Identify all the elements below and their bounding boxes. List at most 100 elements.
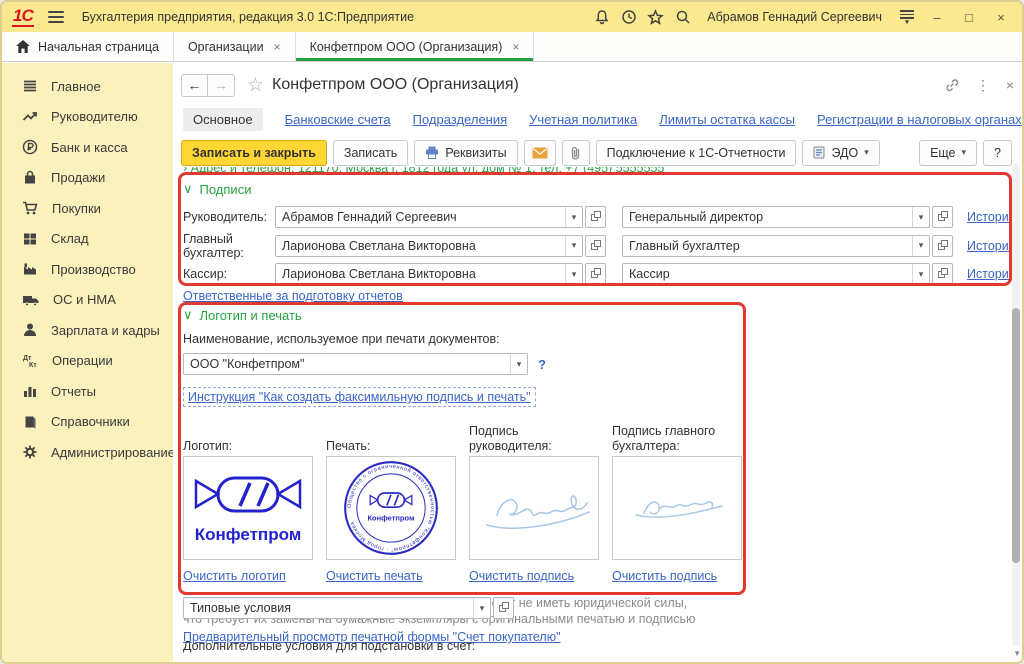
sidebar-item-rukovoditelyu[interactable]: Руководителю bbox=[2, 102, 173, 133]
close-window-button[interactable]: × bbox=[990, 10, 1012, 25]
nav-uchetnaya-politika[interactable]: Учетная политика bbox=[529, 112, 637, 127]
open-button-icon[interactable] bbox=[585, 235, 606, 257]
main-menu-icon[interactable] bbox=[48, 11, 64, 23]
open-button-icon[interactable] bbox=[932, 263, 953, 285]
logo-image[interactable]: Конфетпром bbox=[183, 456, 313, 560]
director-position-field[interactable]: Генеральный директор ▾ bbox=[622, 206, 930, 228]
sidebar-item-sklad[interactable]: Склад bbox=[2, 224, 173, 255]
more-actions-button[interactable]: Еще ▾ bbox=[919, 140, 977, 166]
tab-close-icon[interactable]: × bbox=[512, 40, 519, 54]
nav-podrazdeleniya[interactable]: Подразделения bbox=[413, 112, 508, 127]
dropdown-arrow-icon[interactable]: ▾ bbox=[473, 598, 490, 618]
print-name-field[interactable]: ООО "Конфетпром" ▾ bbox=[183, 353, 528, 375]
favorites-star-icon[interactable] bbox=[647, 9, 664, 26]
nav-registracii[interactable]: Регистрации в налоговых органах bbox=[817, 112, 1022, 127]
history-link[interactable]: История bbox=[967, 267, 1015, 281]
svg-text:Общество с ограниченной ответс: Общество с ограниченной ответственностью… bbox=[347, 464, 435, 552]
dropdown-arrow-icon[interactable]: ▾ bbox=[565, 264, 582, 284]
minimize-button[interactable]: – bbox=[926, 10, 948, 25]
dropdown-caret-icon: ▾ bbox=[864, 147, 869, 158]
help-button[interactable]: ? bbox=[983, 140, 1012, 166]
director-person-field[interactable]: Абрамов Геннадий Сергеевич ▾ bbox=[275, 206, 583, 228]
clear-director-signature-link[interactable]: Очистить подпись bbox=[469, 569, 599, 583]
search-icon[interactable] bbox=[674, 9, 691, 26]
director-signature-image[interactable] bbox=[469, 456, 599, 560]
back-button[interactable]: ← bbox=[181, 74, 208, 97]
dropdown-arrow-icon[interactable]: ▾ bbox=[912, 264, 929, 284]
attachment-button[interactable] bbox=[562, 140, 590, 166]
address-line: Адрес и телефон: 121170, Москва г, 1812 … bbox=[191, 167, 665, 175]
sidebar-item-prodazhi[interactable]: Продажи bbox=[2, 163, 173, 194]
sidebar-item-operacii[interactable]: ДтКт Операции bbox=[2, 346, 173, 377]
more-menu-icon[interactable]: ⋮ bbox=[976, 77, 990, 94]
current-user-name[interactable]: Абрамов Геннадий Сергеевич bbox=[707, 10, 882, 24]
dropdown-arrow-icon[interactable]: ▾ bbox=[565, 236, 582, 256]
nav-osnovnoe[interactable]: Основное bbox=[183, 108, 263, 131]
restore-button[interactable]: □ bbox=[958, 10, 980, 25]
save-button[interactable]: Записать bbox=[333, 140, 408, 166]
sidebar-item-zarplata-kadry[interactable]: Зарплата и кадры bbox=[2, 315, 173, 346]
scroll-down-arrow-icon[interactable]: ▼ bbox=[1013, 649, 1021, 658]
chief-accountant-person-field[interactable]: Ларионова Светлана Викторовна ▾ bbox=[275, 235, 583, 257]
responsible-for-reports-link[interactable]: Ответственные за подготовку отчетов bbox=[183, 289, 403, 303]
extra-conditions-field[interactable]: Типовые условия ▾ bbox=[183, 597, 491, 619]
requisites-button[interactable]: Реквизиты bbox=[414, 140, 517, 166]
tab-close-icon[interactable]: × bbox=[274, 40, 281, 54]
nav-limity-kassy[interactable]: Лимиты остатка кассы bbox=[659, 112, 795, 127]
history-link[interactable]: История bbox=[967, 210, 1015, 224]
vertical-scrollbar[interactable] bbox=[1012, 163, 1020, 646]
truck-icon bbox=[22, 292, 40, 308]
connect-1c-reporting-button[interactable]: Подключение к 1С-Отчетности bbox=[596, 140, 797, 166]
sidebar-item-administrirovanie[interactable]: Администрирование bbox=[2, 437, 173, 468]
nav-bank-accounts[interactable]: Банковские счета bbox=[285, 112, 391, 127]
notifications-bell-icon[interactable] bbox=[593, 9, 610, 26]
sidebar-item-spravochniki[interactable]: Справочники bbox=[2, 407, 173, 438]
open-button-icon[interactable] bbox=[932, 206, 953, 228]
facsimile-instruction-link[interactable]: Инструкция "Как создать факсимильную под… bbox=[183, 387, 536, 407]
signatures-section-header[interactable]: ∨ Подписи bbox=[183, 181, 1006, 197]
chief-accountant-position-field[interactable]: Главный бухгалтер ▾ bbox=[622, 235, 930, 257]
invoice-preview-link[interactable]: Предварительный просмотр печатной формы … bbox=[183, 630, 561, 644]
favorite-star-icon[interactable]: ☆ bbox=[247, 74, 264, 97]
link-icon[interactable] bbox=[944, 77, 960, 93]
dropdown-arrow-icon[interactable]: ▾ bbox=[565, 207, 582, 227]
clear-logo-link[interactable]: Очистить логотип bbox=[183, 569, 313, 583]
save-close-button[interactable]: Записать и закрыть bbox=[181, 140, 327, 166]
edo-button[interactable]: ЭДО ▾ bbox=[802, 140, 879, 166]
scrollbar-thumb[interactable] bbox=[1012, 308, 1020, 563]
sidebar-item-glavnoe[interactable]: Главное bbox=[2, 71, 173, 102]
help-question-icon[interactable]: ? bbox=[538, 357, 546, 372]
sidebar-item-pokupki[interactable]: Покупки bbox=[2, 193, 173, 224]
dropdown-arrow-icon[interactable]: ▾ bbox=[912, 236, 929, 256]
stamp-image[interactable]: Общество с ограниченной ответственностью… bbox=[326, 456, 456, 560]
cashier-position-field[interactable]: Кассир ▾ bbox=[622, 263, 930, 285]
open-button-icon[interactable] bbox=[585, 263, 606, 285]
tab-konfetprom[interactable]: Конфетпром ООО (Организация) × bbox=[296, 32, 535, 61]
logo-column: Логотип: Конфетпром Очистить логотип bbox=[183, 423, 313, 583]
dropdown-arrow-icon[interactable]: ▾ bbox=[510, 354, 527, 374]
forward-button[interactable]: → bbox=[208, 74, 235, 97]
service-menu-icon[interactable]: ▾ bbox=[898, 10, 916, 24]
address-section-collapsed[interactable]: › Адрес и телефон: 121170, Москва г, 181… bbox=[183, 167, 1002, 179]
sidebar-item-os-nma[interactable]: ОС и НМА bbox=[2, 285, 173, 316]
open-button-icon[interactable] bbox=[493, 597, 514, 619]
sidebar-item-otchety[interactable]: Отчеты bbox=[2, 376, 173, 407]
email-button[interactable] bbox=[524, 140, 556, 166]
open-button-icon[interactable] bbox=[585, 206, 606, 228]
sidebar-item-bank-kassa[interactable]: Банк и касса bbox=[2, 132, 173, 163]
history-clock-icon[interactable] bbox=[620, 9, 637, 26]
close-form-icon[interactable]: × bbox=[1006, 77, 1014, 93]
clear-stamp-link[interactable]: Очистить печать bbox=[326, 569, 456, 583]
logo-section-header[interactable]: ∨ Логотип и печать bbox=[183, 307, 903, 323]
history-link[interactable]: История bbox=[967, 239, 1015, 253]
accountant-signature-image[interactable] bbox=[612, 456, 742, 560]
clear-accountant-signature-link[interactable]: Очистить подпись bbox=[612, 569, 742, 583]
open-button-icon[interactable] bbox=[932, 235, 953, 257]
collapse-chevron-icon: ∨ bbox=[183, 307, 193, 323]
sidebar-item-proizvodstvo[interactable]: Производство bbox=[2, 254, 173, 285]
tab-home[interactable]: Начальная страница bbox=[2, 32, 174, 61]
bag-icon bbox=[22, 170, 38, 186]
cashier-person-field[interactable]: Ларионова Светлана Викторовна ▾ bbox=[275, 263, 583, 285]
tab-organizations[interactable]: Организации × bbox=[174, 32, 296, 61]
dropdown-arrow-icon[interactable]: ▾ bbox=[912, 207, 929, 227]
